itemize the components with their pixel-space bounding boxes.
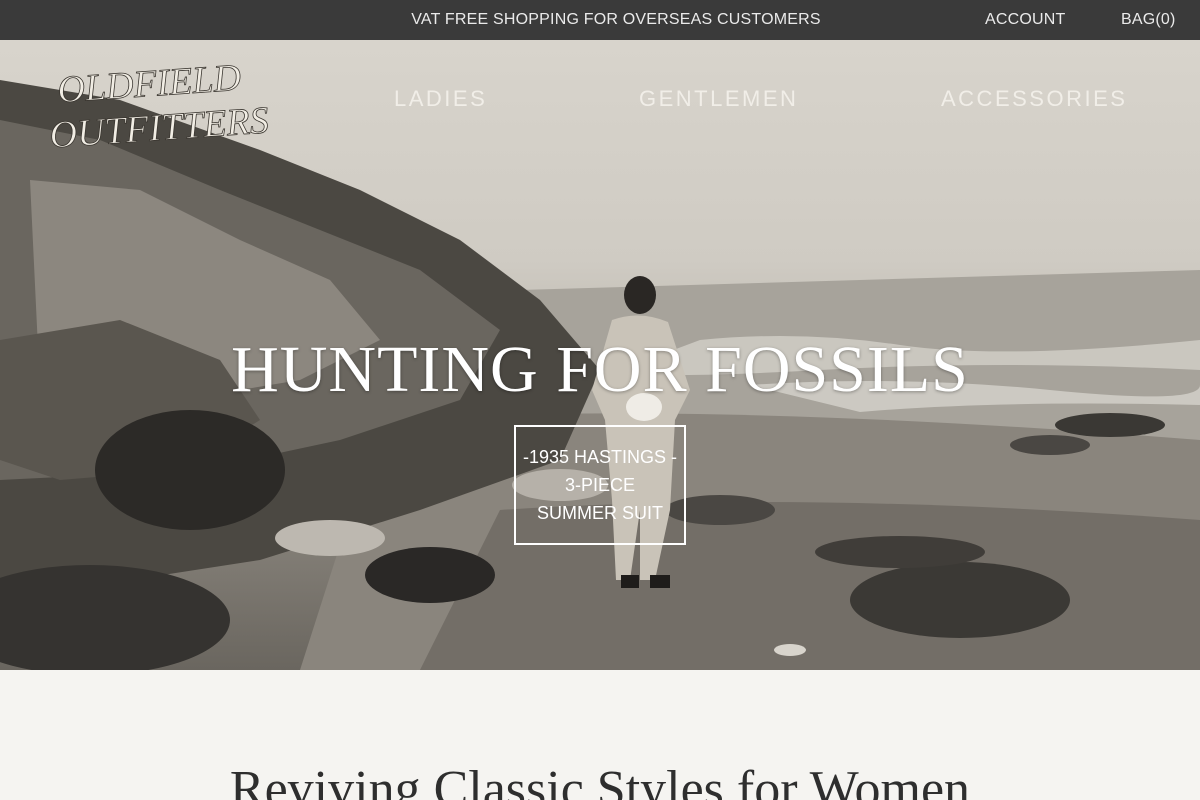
nav-ladies[interactable]: LADIES xyxy=(394,86,487,112)
hero-cta-box[interactable]: -1935 HASTINGS - 3-PIECE SUMMER SUIT xyxy=(514,425,686,545)
nav-accessories[interactable]: ACCESSORIES xyxy=(941,86,1127,112)
bag-link[interactable]: BAG(0) xyxy=(1121,0,1176,40)
brand-logo[interactable]: OLDFIELD OUTFITTERS xyxy=(30,48,270,158)
section-title: Reviving Classic Styles for Women xyxy=(229,761,971,800)
announcement-bar: VAT FREE SHOPPING FOR OVERSEAS CUSTOMERS… xyxy=(0,0,1200,40)
hero-banner: OLDFIELD OUTFITTERS LADIES GENTLEMEN ACC… xyxy=(0,40,1200,670)
hero-box-line-2: 3-PIECE xyxy=(564,475,636,495)
hero-title: HUNTING FOR FOSSILS xyxy=(231,333,969,406)
nav-gentlemen[interactable]: GENTLEMEN xyxy=(639,86,798,112)
hero-box-line-3: SUMMER SUIT xyxy=(537,503,663,523)
hero-box-line-1: -1935 HASTINGS - xyxy=(522,447,678,467)
account-link[interactable]: ACCOUNT xyxy=(985,0,1066,40)
